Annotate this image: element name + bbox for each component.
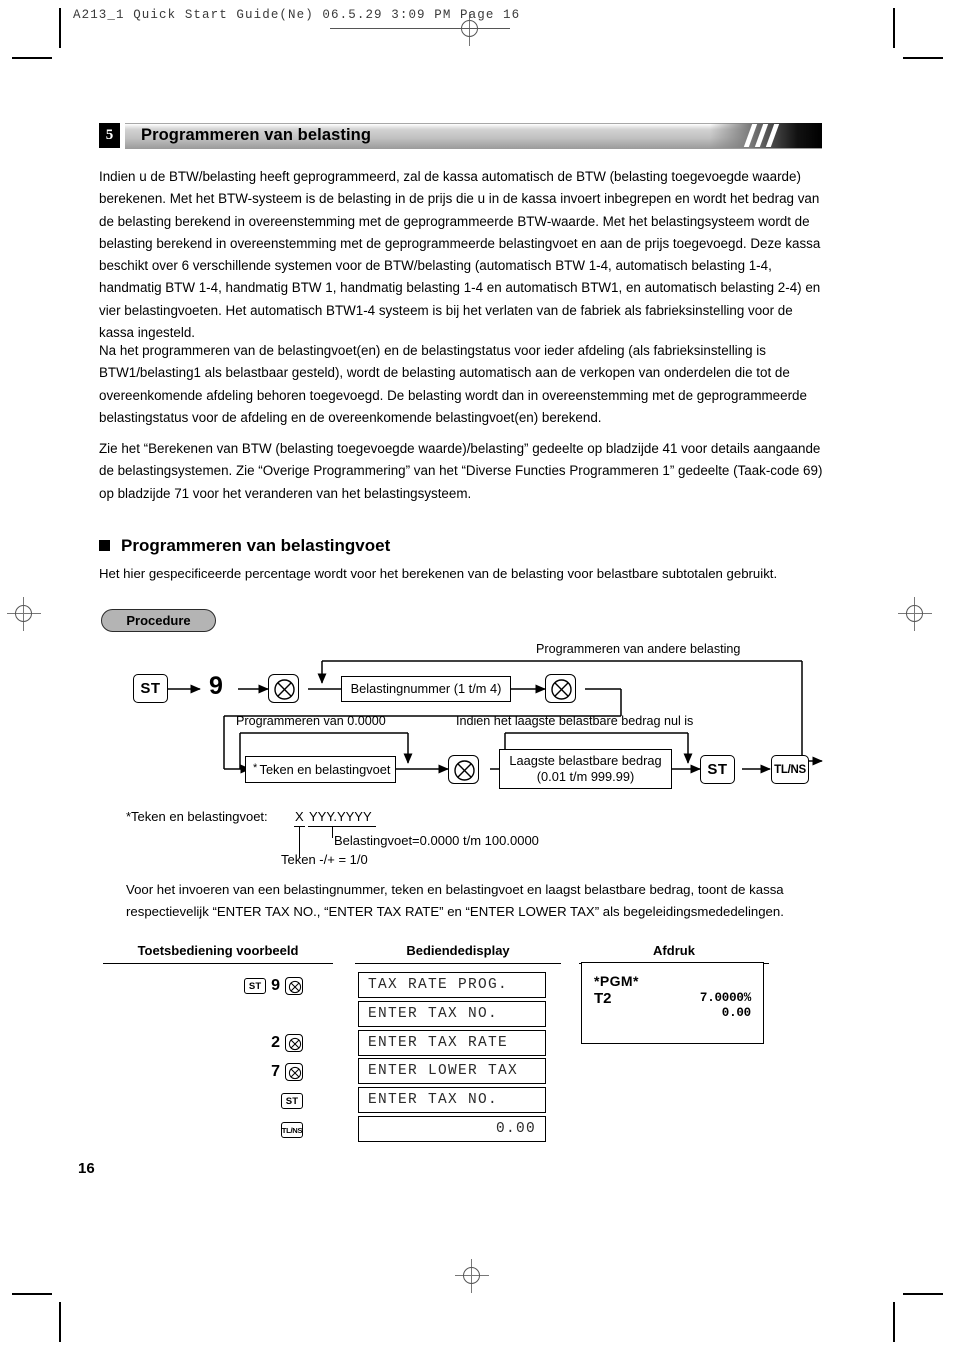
subsection-heading: Programmeren van belastingvoet — [99, 536, 390, 556]
footnote-underline-y — [308, 826, 376, 827]
square-bullet-icon — [99, 539, 110, 551]
flow-key-st: ST — [133, 674, 168, 703]
keyseq-row-6: TL/NS — [103, 1120, 303, 1140]
registration-mark-bottom — [455, 1259, 489, 1293]
page-number: 16 — [78, 1160, 95, 1177]
minikey-digit-7: 7 — [271, 1063, 280, 1080]
receipt-pgm-label: *PGM* — [594, 973, 639, 989]
procedure-badge: Procedure — [101, 609, 216, 632]
footnote-y-placeholder: YYY.YYYY — [309, 809, 372, 824]
flow-key-multiply-2 — [545, 674, 576, 703]
section-header: 5 Programmeren van belasting — [99, 123, 822, 149]
crop-mark-top-right-v — [893, 8, 895, 48]
table-header-print: Afdruk — [653, 943, 695, 958]
footnote-sign-note: Teken -/+ = 1/0 — [281, 852, 368, 867]
flow-box-sign-and-rate: * Teken en belastingvoet — [245, 756, 396, 783]
minikey-multiply-icon — [285, 977, 303, 995]
keyseq-row-5: ST — [103, 1091, 303, 1111]
receipt-printout: *PGM* T2 7.0000% 0.00 — [581, 962, 764, 1044]
table-header-display: Bediendedisplay — [406, 943, 510, 958]
receipt-rate-value: 7.0000% — [699, 991, 751, 1005]
flow-key-st-2: ST — [700, 755, 735, 784]
paragraph-guidance: Voor het invoeren van een belastingnumme… — [126, 882, 784, 919]
table-rule-display — [355, 963, 561, 965]
subsection-intro: Het hier gespecificeerde percentage word… — [99, 566, 778, 581]
crop-mark-top-right-h — [903, 57, 943, 59]
flow-box-lowest-amount-line1: Laagste belastbare bedrag — [509, 753, 662, 768]
minikey-digit-9: 9 — [271, 977, 280, 994]
footnote-x-placeholder: X — [295, 809, 304, 824]
flow-key-tlns: TL/NS — [771, 755, 809, 784]
flow-box-lowest-amount-line2: (0.01 t/m 999.99) — [536, 769, 635, 784]
crop-mark-top-left-h — [12, 57, 52, 59]
section-number: 5 — [99, 123, 120, 148]
procedure-flowchart: ST 9 ST TL/NS Belastingnummer (1 t/m 4) … — [0, 636, 954, 811]
paragraph-intro: Indien u de BTW/belasting heeft geprogra… — [99, 169, 821, 341]
display-row-6: 0.00 — [358, 1116, 546, 1142]
running-head: A213_1 Quick Start Guide(Ne) 06.5.29 3:0… — [73, 8, 521, 22]
minikey-multiply-icon — [285, 1063, 303, 1081]
footnote-tick-rate — [332, 826, 333, 838]
footnote-rate-note: Belastingvoet=0.0000 t/m 100.0000 — [334, 833, 539, 848]
keyseq-row-1: ST 9 — [103, 976, 303, 996]
flow-key-multiply-1 — [268, 674, 299, 703]
minikey-st: ST — [244, 978, 267, 994]
receipt-tax-label: T2 — [594, 990, 612, 1007]
paragraph-see-also: Zie het “Berekenen van BTW (belasting to… — [99, 441, 823, 501]
flow-key-multiply-3 — [448, 755, 479, 784]
flow-key-digit: 9 — [209, 672, 223, 700]
crop-mark-top-left-v — [59, 8, 61, 48]
display-row-2: ENTER TAX NO. — [358, 1001, 546, 1027]
flow-label-program-zero: Programmeren van 0.0000 — [236, 714, 386, 728]
running-head-rule — [330, 28, 510, 29]
crop-mark-bottom-left-h — [12, 1293, 52, 1295]
flow-box-lowest-amount: Laagste belastbare bedrag (0.01 t/m 999.… — [499, 749, 672, 789]
document-page: A213_1 Quick Start Guide(Ne) 06.5.29 3:0… — [0, 0, 954, 1351]
display-row-5: ENTER TAX NO. — [358, 1087, 546, 1113]
flow-label-lowest-null: Indien het laagste belastbare bedrag nul… — [456, 714, 694, 728]
section-header-slashes — [743, 124, 784, 147]
flow-box-sign-and-rate-label: Teken en belastingvoet — [259, 761, 391, 777]
keyseq-row-3: 2 — [103, 1033, 303, 1053]
minikey-digit-2: 2 — [271, 1034, 280, 1051]
registration-mark-right — [898, 597, 932, 631]
footnote-sign-and-rate: *Teken en belastingvoet: X YYY.YYYY Bela… — [126, 806, 826, 868]
crop-mark-bottom-left-v — [59, 1302, 61, 1342]
keyseq-row-4: 7 — [103, 1062, 303, 1082]
display-row-3: ENTER TAX RATE — [358, 1030, 546, 1056]
footnote-asterisk-icon: * — [253, 762, 258, 774]
registration-mark-left — [7, 597, 41, 631]
display-row-1: TAX RATE PROG. — [358, 972, 546, 998]
minikey-st: ST — [281, 1093, 303, 1109]
receipt-amount-value: 0.00 — [721, 1006, 751, 1020]
flow-box-tax-number: Belastingnummer (1 t/m 4) — [341, 676, 511, 702]
table-rule-keys — [103, 963, 333, 965]
subsection-title: Programmeren van belastingvoet — [121, 536, 391, 555]
crop-mark-bottom-right-h — [903, 1293, 943, 1295]
crop-mark-bottom-right-v — [893, 1302, 895, 1342]
paragraph-after-programming: Na het programmeren van de belastingvoet… — [99, 343, 807, 425]
minikey-multiply-icon — [285, 1034, 303, 1052]
display-row-4: ENTER LOWER TAX — [358, 1058, 546, 1084]
table-header-keys: Toetsbediening voorbeeld — [137, 943, 299, 958]
flow-box-tax-number-label: Belastingnummer (1 t/m 4) — [350, 681, 502, 696]
section-title: Programmeren van belasting — [141, 126, 372, 144]
minikey-tlns: TL/NS — [281, 1122, 303, 1138]
footnote-prefix: *Teken en belastingvoet: — [126, 809, 268, 824]
flow-label-other-tax: Programmeren van andere belasting — [536, 642, 741, 656]
